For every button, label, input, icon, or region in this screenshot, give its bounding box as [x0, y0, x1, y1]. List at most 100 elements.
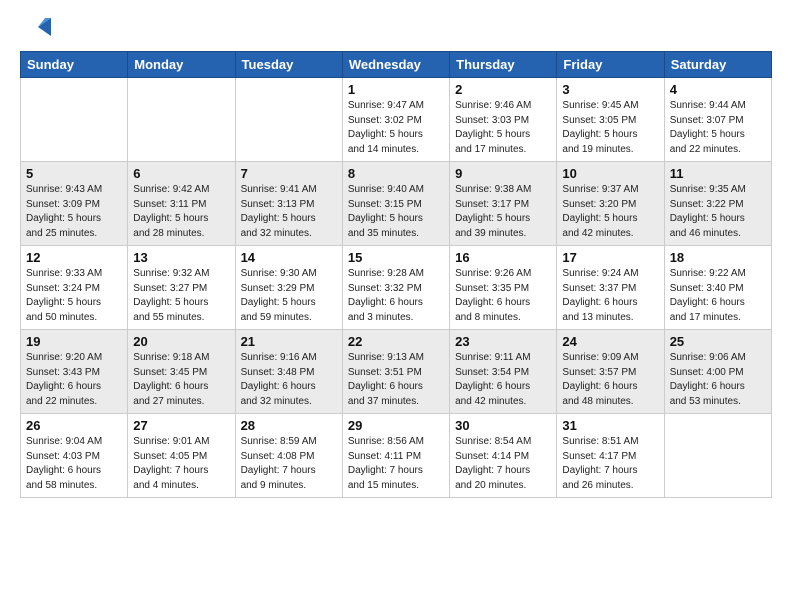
- day-number: 2: [455, 82, 551, 97]
- day-number: 5: [26, 166, 122, 181]
- day-number: 19: [26, 334, 122, 349]
- day-number: 8: [348, 166, 444, 181]
- page: SundayMondayTuesdayWednesdayThursdayFrid…: [0, 0, 792, 612]
- calendar-cell: [664, 414, 771, 498]
- day-number: 15: [348, 250, 444, 265]
- day-number: 27: [133, 418, 229, 433]
- day-number: 16: [455, 250, 551, 265]
- day-info: Sunrise: 9:11 AM Sunset: 3:54 PM Dayligh…: [455, 351, 551, 409]
- day-info: Sunrise: 9:30 AM Sunset: 3:29 PM Dayligh…: [241, 267, 337, 325]
- day-info: Sunrise: 9:47 AM Sunset: 3:02 PM Dayligh…: [348, 99, 444, 157]
- day-number: 26: [26, 418, 122, 433]
- day-info: Sunrise: 9:26 AM Sunset: 3:35 PM Dayligh…: [455, 267, 551, 325]
- calendar-cell: 20 Sunrise: 9:18 AM Sunset: 3:45 PM Dayli…: [128, 330, 235, 414]
- day-number: 24: [562, 334, 658, 349]
- calendar-cell: 23 Sunrise: 9:11 AM Sunset: 3:54 PM Dayli…: [450, 330, 557, 414]
- day-info: Sunrise: 9:40 AM Sunset: 3:15 PM Dayligh…: [348, 183, 444, 241]
- day-number: 22: [348, 334, 444, 349]
- day-info: Sunrise: 9:01 AM Sunset: 4:05 PM Dayligh…: [133, 435, 229, 493]
- day-info: Sunrise: 9:41 AM Sunset: 3:13 PM Dayligh…: [241, 183, 337, 241]
- day-number: 18: [670, 250, 766, 265]
- day-info: Sunrise: 9:28 AM Sunset: 3:32 PM Dayligh…: [348, 267, 444, 325]
- calendar-cell: [235, 78, 342, 162]
- calendar-cell: 27 Sunrise: 9:01 AM Sunset: 4:05 PM Dayli…: [128, 414, 235, 498]
- calendar-cell: 5 Sunrise: 9:43 AM Sunset: 3:09 PM Daylig…: [21, 162, 128, 246]
- calendar-cell: 17Sunrise: 9:24 AM Sunset: 3:37 PM Dayli…: [557, 246, 664, 330]
- calendar-cell: 31 Sunrise: 8:51 AM Sunset: 4:17 PM Dayli…: [557, 414, 664, 498]
- calendar-week-row: 26 Sunrise: 9:04 AM Sunset: 4:03 PM Dayli…: [21, 414, 772, 498]
- weekday-header-friday: Friday: [557, 52, 664, 78]
- calendar-cell: 9 Sunrise: 9:38 AM Sunset: 3:17 PM Daylig…: [450, 162, 557, 246]
- day-number: 29: [348, 418, 444, 433]
- day-info: Sunrise: 9:04 AM Sunset: 4:03 PM Dayligh…: [26, 435, 122, 493]
- day-info: Sunrise: 8:56 AM Sunset: 4:11 PM Dayligh…: [348, 435, 444, 493]
- day-number: 9: [455, 166, 551, 181]
- day-number: 11: [670, 166, 766, 181]
- calendar-week-row: 12 Sunrise: 9:33 AM Sunset: 3:24 PM Dayli…: [21, 246, 772, 330]
- calendar-week-row: 1 Sunrise: 9:47 AM Sunset: 3:02 PM Daylig…: [21, 78, 772, 162]
- weekday-header-thursday: Thursday: [450, 52, 557, 78]
- day-number: 6: [133, 166, 229, 181]
- calendar-cell: 12 Sunrise: 9:33 AM Sunset: 3:24 PM Dayli…: [21, 246, 128, 330]
- calendar-cell: 13 Sunrise: 9:32 AM Sunset: 3:27 PM Dayli…: [128, 246, 235, 330]
- calendar-cell: 15 Sunrise: 9:28 AM Sunset: 3:32 PM Dayli…: [342, 246, 449, 330]
- calendar-week-row: 5 Sunrise: 9:43 AM Sunset: 3:09 PM Daylig…: [21, 162, 772, 246]
- calendar-cell: 29 Sunrise: 8:56 AM Sunset: 4:11 PM Dayli…: [342, 414, 449, 498]
- calendar-cell: 18Sunrise: 9:22 AM Sunset: 3:40 PM Dayli…: [664, 246, 771, 330]
- calendar-cell: 11Sunrise: 9:35 AM Sunset: 3:22 PM Dayli…: [664, 162, 771, 246]
- calendar-cell: 28Sunrise: 8:59 AM Sunset: 4:08 PM Dayli…: [235, 414, 342, 498]
- calendar-cell: [128, 78, 235, 162]
- calendar-cell: 22 Sunrise: 9:13 AM Sunset: 3:51 PM Dayli…: [342, 330, 449, 414]
- day-info: Sunrise: 9:38 AM Sunset: 3:17 PM Dayligh…: [455, 183, 551, 241]
- day-info: Sunrise: 9:13 AM Sunset: 3:51 PM Dayligh…: [348, 351, 444, 409]
- day-number: 10: [562, 166, 658, 181]
- day-number: 13: [133, 250, 229, 265]
- weekday-header-sunday: Sunday: [21, 52, 128, 78]
- calendar-cell: 7 Sunrise: 9:41 AM Sunset: 3:13 PM Daylig…: [235, 162, 342, 246]
- calendar-cell: 4 Sunrise: 9:44 AM Sunset: 3:07 PM Daylig…: [664, 78, 771, 162]
- calendar-cell: 24 Sunrise: 9:09 AM Sunset: 3:57 PM Dayli…: [557, 330, 664, 414]
- weekday-header-monday: Monday: [128, 52, 235, 78]
- day-number: 31: [562, 418, 658, 433]
- day-info: Sunrise: 9:32 AM Sunset: 3:27 PM Dayligh…: [133, 267, 229, 325]
- calendar-cell: [21, 78, 128, 162]
- day-info: Sunrise: 9:45 AM Sunset: 3:05 PM Dayligh…: [562, 99, 658, 157]
- day-info: Sunrise: 9:46 AM Sunset: 3:03 PM Dayligh…: [455, 99, 551, 157]
- calendar-cell: 2 Sunrise: 9:46 AM Sunset: 3:03 PM Daylig…: [450, 78, 557, 162]
- calendar-cell: 10 Sunrise: 9:37 AM Sunset: 3:20 PM Dayli…: [557, 162, 664, 246]
- calendar-cell: 6 Sunrise: 9:42 AM Sunset: 3:11 PM Daylig…: [128, 162, 235, 246]
- day-info: Sunrise: 9:44 AM Sunset: 3:07 PM Dayligh…: [670, 99, 766, 157]
- weekday-header-tuesday: Tuesday: [235, 52, 342, 78]
- day-number: 14: [241, 250, 337, 265]
- header: [20, 18, 772, 41]
- weekday-header-saturday: Saturday: [664, 52, 771, 78]
- day-info: Sunrise: 8:51 AM Sunset: 4:17 PM Dayligh…: [562, 435, 658, 493]
- calendar-table: SundayMondayTuesdayWednesdayThursdayFrid…: [20, 51, 772, 498]
- day-number: 7: [241, 166, 337, 181]
- day-number: 17: [562, 250, 658, 265]
- day-info: Sunrise: 9:06 AM Sunset: 4:00 PM Dayligh…: [670, 351, 766, 409]
- weekday-header-wednesday: Wednesday: [342, 52, 449, 78]
- day-number: 3: [562, 82, 658, 97]
- day-number: 28: [241, 418, 337, 433]
- day-number: 1: [348, 82, 444, 97]
- day-info: Sunrise: 9:20 AM Sunset: 3:43 PM Dayligh…: [26, 351, 122, 409]
- calendar-cell: 16 Sunrise: 9:26 AM Sunset: 3:35 PM Dayli…: [450, 246, 557, 330]
- calendar-cell: 19 Sunrise: 9:20 AM Sunset: 3:43 PM Dayli…: [21, 330, 128, 414]
- day-number: 20: [133, 334, 229, 349]
- calendar-cell: 21Sunrise: 9:16 AM Sunset: 3:48 PM Dayli…: [235, 330, 342, 414]
- day-number: 12: [26, 250, 122, 265]
- day-info: Sunrise: 9:18 AM Sunset: 3:45 PM Dayligh…: [133, 351, 229, 409]
- day-info: Sunrise: 9:42 AM Sunset: 3:11 PM Dayligh…: [133, 183, 229, 241]
- day-info: Sunrise: 9:37 AM Sunset: 3:20 PM Dayligh…: [562, 183, 658, 241]
- calendar-cell: 26 Sunrise: 9:04 AM Sunset: 4:03 PM Dayli…: [21, 414, 128, 498]
- day-number: 21: [241, 334, 337, 349]
- calendar-cell: 8 Sunrise: 9:40 AM Sunset: 3:15 PM Daylig…: [342, 162, 449, 246]
- day-number: 4: [670, 82, 766, 97]
- day-number: 23: [455, 334, 551, 349]
- day-number: 25: [670, 334, 766, 349]
- day-info: Sunrise: 9:09 AM Sunset: 3:57 PM Dayligh…: [562, 351, 658, 409]
- day-info: Sunrise: 9:33 AM Sunset: 3:24 PM Dayligh…: [26, 267, 122, 325]
- calendar-week-row: 19 Sunrise: 9:20 AM Sunset: 3:43 PM Dayli…: [21, 330, 772, 414]
- day-info: Sunrise: 9:43 AM Sunset: 3:09 PM Dayligh…: [26, 183, 122, 241]
